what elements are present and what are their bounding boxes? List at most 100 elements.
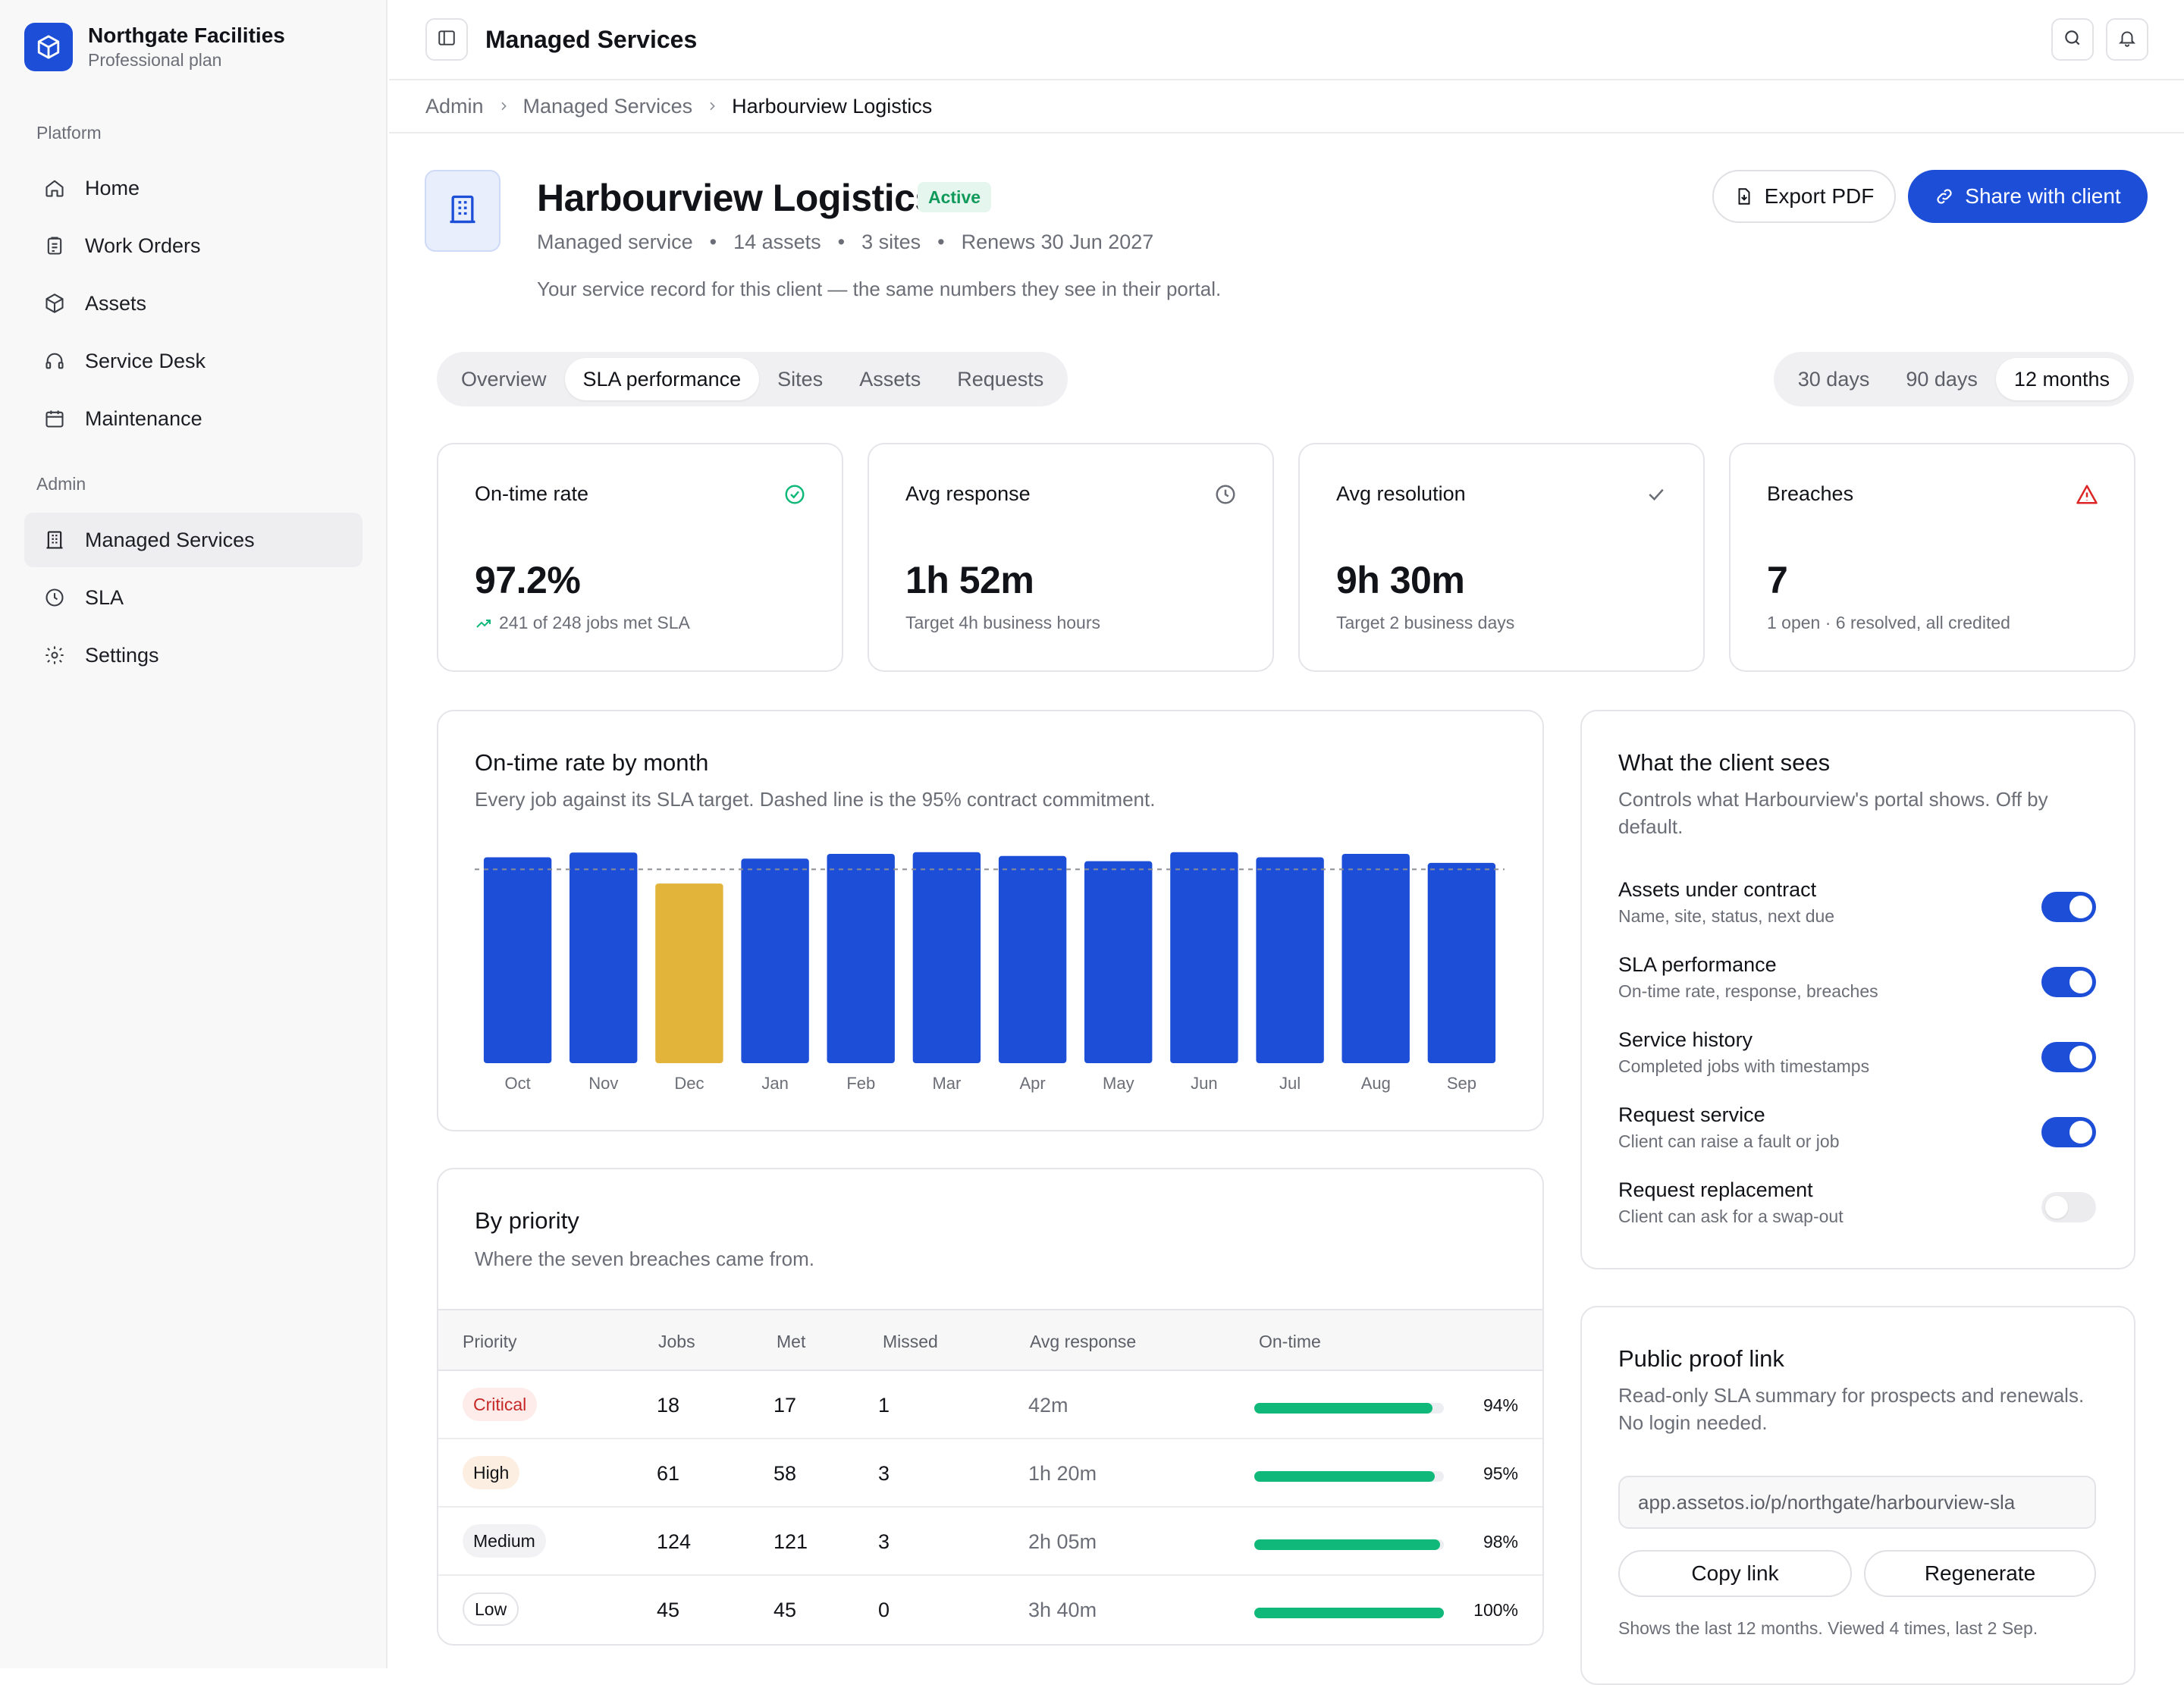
client-view-title: What the client sees bbox=[1618, 749, 1831, 776]
brand[interactable]: Northgate Facilities Professional plan bbox=[24, 23, 285, 71]
search-button[interactable] bbox=[2051, 18, 2094, 61]
toggle-switch[interactable] bbox=[2041, 1042, 2096, 1072]
kpi-sub: Target 4h business hours bbox=[905, 613, 1100, 632]
chart-bar-jul[interactable] bbox=[1256, 857, 1324, 1064]
on-time-bar bbox=[1254, 1403, 1444, 1414]
chart-tick-label: Nov bbox=[588, 1074, 618, 1093]
sidebar-item-home[interactable]: Home bbox=[24, 161, 362, 215]
breadcrumb-admin[interactable]: Admin bbox=[425, 95, 484, 118]
chart-tick-label: Sep bbox=[1447, 1074, 1476, 1093]
sidebar-item-sla[interactable]: SLA bbox=[24, 570, 362, 625]
kpi-value: 1h 52m bbox=[905, 559, 1034, 601]
toggle-switch[interactable] bbox=[2041, 892, 2096, 922]
sidebar-item-assets[interactable]: Assets bbox=[24, 276, 362, 331]
cell-met: 45 bbox=[774, 1599, 797, 1621]
sidebar-item-label: Work Orders bbox=[85, 234, 201, 257]
search-icon bbox=[2063, 28, 2082, 52]
range-12-months[interactable]: 12 months bbox=[1995, 358, 2128, 400]
sidebar-item-label: Managed Services bbox=[85, 528, 255, 551]
calendar-icon bbox=[44, 408, 65, 429]
cell-missed: 1 bbox=[878, 1394, 890, 1417]
chart-bar-jan[interactable] bbox=[741, 858, 809, 1063]
notifications-button[interactable] bbox=[2106, 18, 2148, 61]
share-with-client-button[interactable]: Share with client bbox=[1908, 170, 2148, 223]
range-30-days[interactable]: 30 days bbox=[1780, 358, 1888, 400]
meta-separator: • bbox=[709, 231, 717, 253]
building-icon bbox=[446, 193, 479, 230]
table-row[interactable]: High 61 58 3 1h 20m 95% bbox=[438, 1439, 1542, 1508]
sidebar-item-work-orders[interactable]: Work Orders bbox=[24, 218, 362, 273]
tab-sla-performance[interactable]: SLA performance bbox=[564, 358, 760, 400]
toggle-knob bbox=[2045, 1196, 2068, 1219]
sidebar-item-maintenance[interactable]: Maintenance bbox=[24, 391, 362, 446]
share-label: Share with client bbox=[1965, 184, 2121, 208]
sidebar-panel-icon bbox=[437, 28, 457, 52]
sidebar-item-service-desk[interactable]: Service Desk bbox=[24, 334, 362, 388]
table-row[interactable]: Low 45 45 0 3h 40m 100% bbox=[438, 1576, 1542, 1644]
chart-tick-label: Feb bbox=[846, 1074, 875, 1093]
table-body: Critical 18 17 1 42m 94% High 61 58 3 1h 20m 95% Med… bbox=[438, 1371, 1542, 1644]
on-time-bar-fill bbox=[1254, 1403, 1432, 1414]
toggle-switch[interactable] bbox=[2041, 967, 2096, 997]
chart-bar-nov[interactable] bbox=[570, 852, 638, 1063]
check-circle-icon bbox=[783, 482, 807, 507]
brand-name: Northgate Facilities bbox=[88, 24, 285, 47]
col-missed: Missed bbox=[883, 1332, 938, 1351]
warning-icon bbox=[2075, 482, 2099, 507]
client-meta: Managed service • 14 assets • 3 sites • … bbox=[537, 231, 1153, 254]
toggle-row: Service history Completed jobs with times… bbox=[1618, 1027, 2096, 1078]
toggle-row: SLA performance On-time rate, response, b… bbox=[1618, 952, 2096, 1003]
page-title: Managed Services bbox=[485, 26, 698, 53]
range-90-days[interactable]: 90 days bbox=[1887, 358, 1996, 400]
on-time-bar bbox=[1254, 1539, 1444, 1550]
bell-icon bbox=[2117, 28, 2137, 52]
table-row[interactable]: Critical 18 17 1 42m 94% bbox=[438, 1371, 1542, 1439]
kpi-value: 9h 30m bbox=[1336, 559, 1465, 601]
chart-tick-label: Jul bbox=[1279, 1074, 1301, 1093]
kpi-value: 7 bbox=[1767, 559, 1788, 601]
export-pdf-label: Export PDF bbox=[1764, 184, 1875, 208]
tab-overview[interactable]: Overview bbox=[443, 358, 565, 400]
chart-bar-apr[interactable] bbox=[998, 855, 1067, 1063]
kpi-sub-text: 241 of 248 jobs met SLA bbox=[499, 613, 690, 632]
meta-renewal: Renews 30 Jun 2027 bbox=[961, 231, 1154, 253]
table-row[interactable]: Medium 124 121 3 2h 05m 98% bbox=[438, 1508, 1542, 1576]
sidebar-item-managed-services[interactable]: Managed Services bbox=[24, 513, 362, 567]
client-subtitle: Your service record for this client — th… bbox=[537, 278, 1222, 300]
cell-missed: 3 bbox=[878, 1462, 890, 1485]
sidebar-toggle-button[interactable] bbox=[425, 18, 468, 61]
chart-bar-mar[interactable] bbox=[912, 852, 981, 1063]
toggle-switch[interactable] bbox=[2041, 1192, 2096, 1222]
tab-sites[interactable]: Sites bbox=[759, 358, 841, 400]
range-selector: 30 days 90 days 12 months bbox=[1773, 352, 2134, 406]
tab-assets[interactable]: Assets bbox=[841, 358, 939, 400]
tab-requests[interactable]: Requests bbox=[939, 358, 1062, 400]
proof-link-input[interactable]: app.assetos.io/p/northgate/harbourview-s… bbox=[1618, 1476, 2096, 1529]
chart-bar-feb[interactable] bbox=[827, 854, 895, 1063]
export-pdf-button[interactable]: Export PDF bbox=[1712, 170, 1896, 223]
chart-bar-sep[interactable] bbox=[1427, 862, 1496, 1063]
chart-bar-may[interactable] bbox=[1084, 861, 1153, 1063]
cell-on-time: 94% bbox=[1483, 1395, 1518, 1415]
cell-avg-response: 3h 40m bbox=[1028, 1599, 1097, 1621]
copy-link-button[interactable]: Copy link bbox=[1618, 1550, 1852, 1597]
tabs: Overview SLA performance Sites Assets Re… bbox=[437, 352, 1068, 406]
on-time-bar bbox=[1254, 1608, 1444, 1618]
chart-bar-dec[interactable] bbox=[655, 883, 723, 1063]
chart-bar-oct[interactable] bbox=[483, 857, 552, 1064]
chart-bar-aug[interactable] bbox=[1341, 854, 1410, 1063]
meta-sites: 3 sites bbox=[861, 231, 921, 253]
toggle-switch[interactable] bbox=[2041, 1117, 2096, 1147]
breadcrumb-managed-services[interactable]: Managed Services bbox=[523, 95, 693, 118]
toggle-sub: Name, site, status, next due bbox=[1618, 906, 1835, 926]
chart-bar-jun[interactable] bbox=[1170, 852, 1238, 1063]
regenerate-button[interactable]: Regenerate bbox=[1864, 1550, 2096, 1597]
building-icon bbox=[44, 529, 65, 551]
meta-separator: • bbox=[837, 231, 846, 253]
kpi-card-on-time-rate: On-time rate 97.2% 241 of 248 jobs met S… bbox=[437, 443, 843, 672]
chart-tick-label: Jun bbox=[1191, 1074, 1217, 1093]
priority-badge: Low bbox=[463, 1592, 519, 1626]
kpi-label: Breaches bbox=[1767, 482, 1854, 505]
sidebar-item-settings[interactable]: Settings bbox=[24, 628, 362, 682]
bar-chart: Oct Nov Dec Jan Feb Mar Apr May Jun Jul Aug Sep bbox=[475, 852, 1505, 1093]
